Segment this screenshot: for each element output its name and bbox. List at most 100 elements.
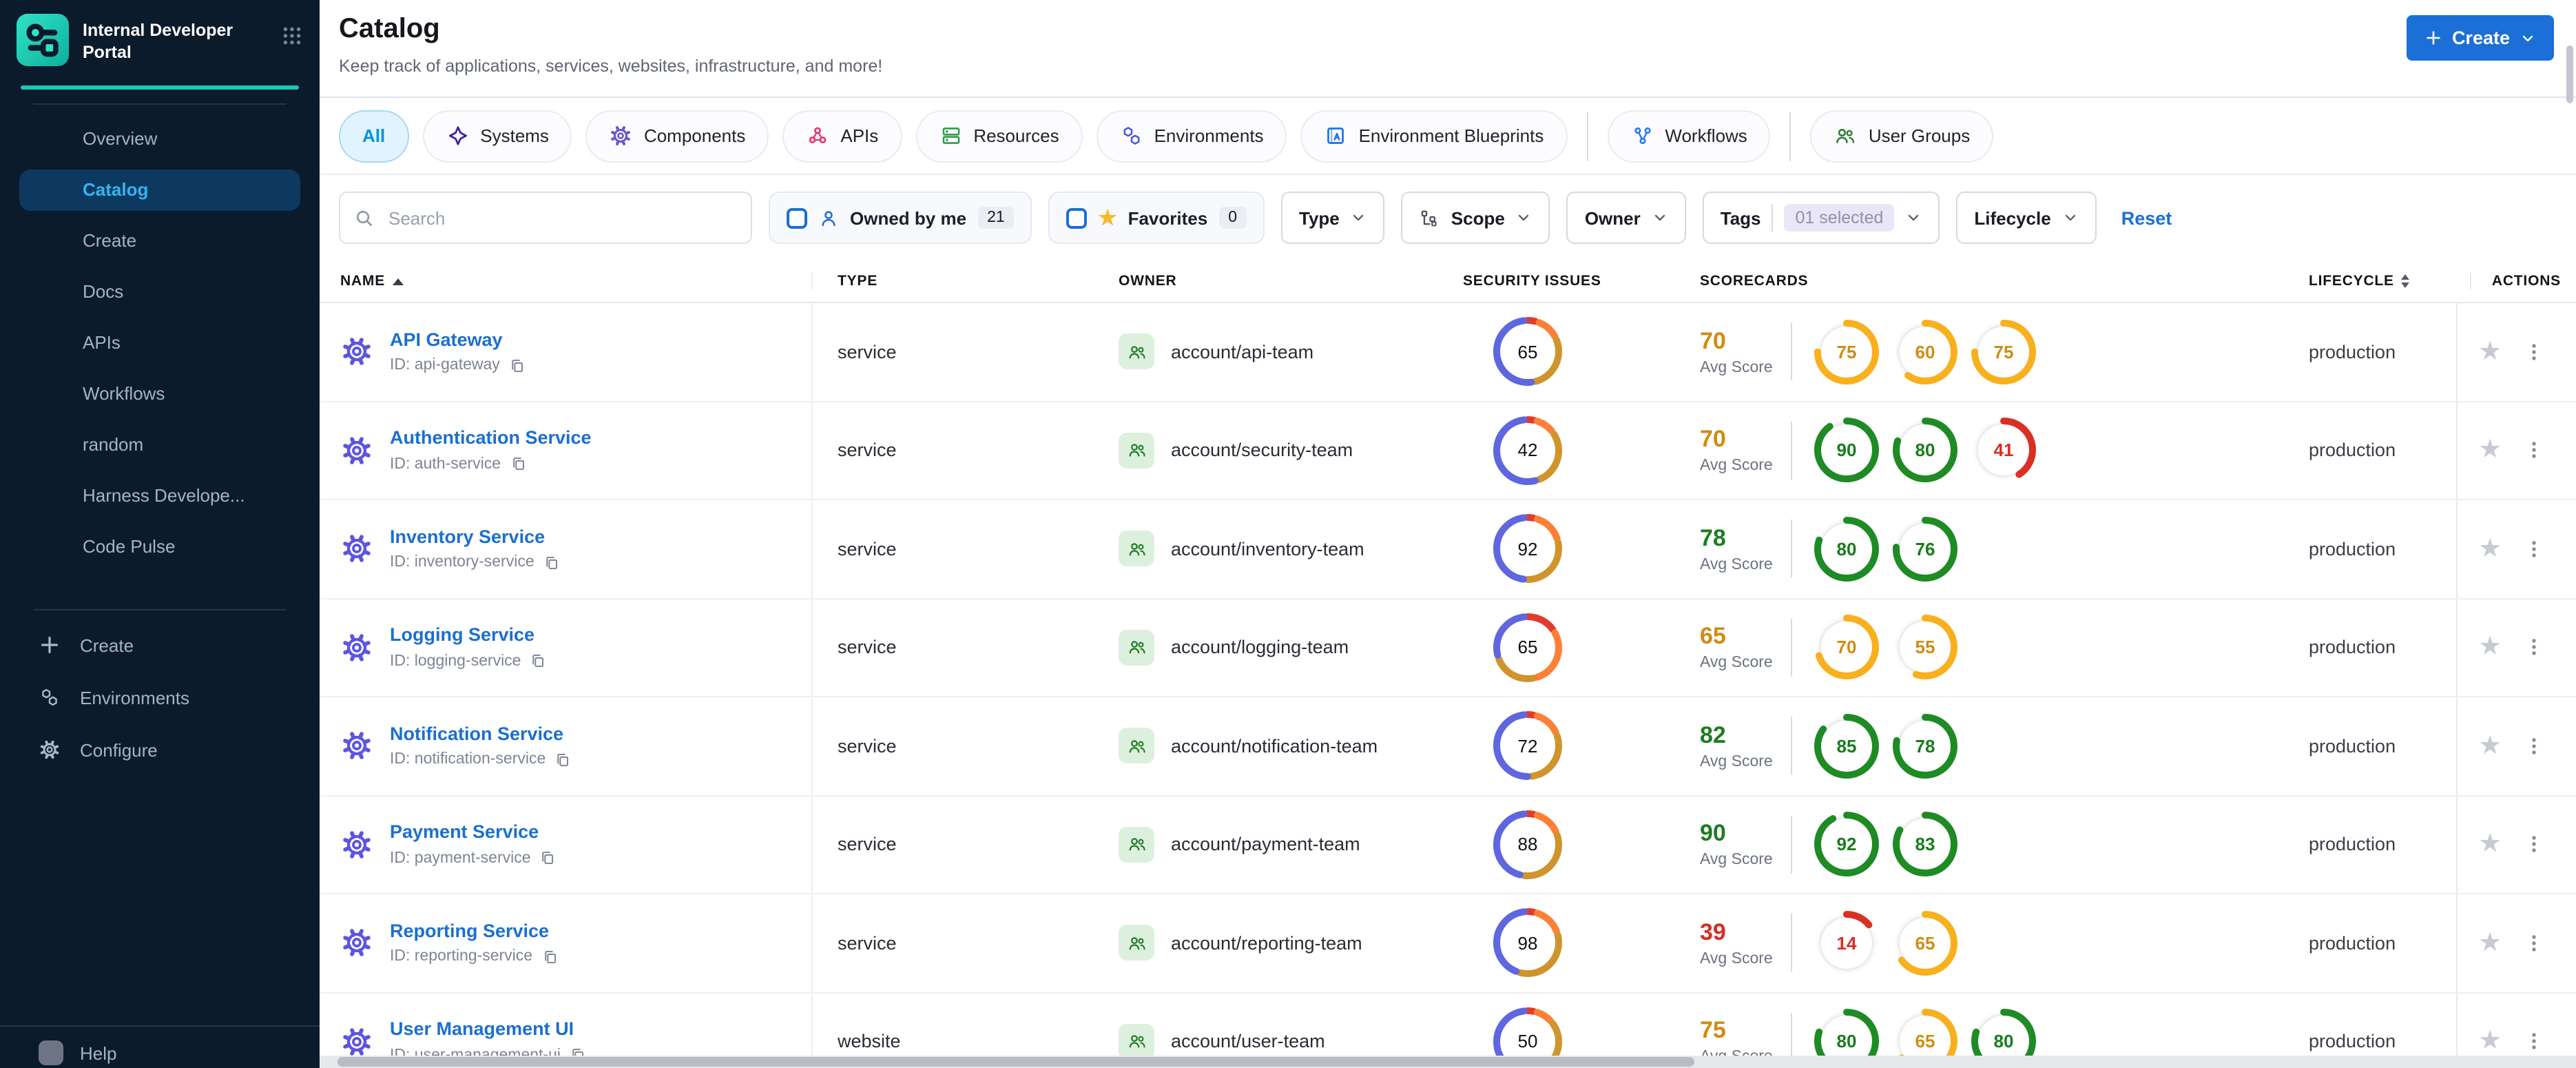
sidebar-item-help[interactable]: Help [0, 1027, 320, 1065]
row-menu-kebab-button[interactable] [2524, 834, 2544, 855]
scorecard-ring[interactable]: 80 [1893, 418, 1957, 483]
copy-icon[interactable] [543, 554, 561, 572]
entity-name-link[interactable]: Notification Service [390, 723, 563, 744]
create-button[interactable]: Create [2406, 15, 2554, 61]
cell-owner: account/security-team [1119, 402, 1463, 499]
scorecard-ring[interactable]: 60 [1893, 319, 1957, 384]
favorites-checkbox[interactable] [1066, 207, 1088, 228]
sidebar-item-apis[interactable]: APIs [19, 322, 300, 364]
scorecard-ring[interactable]: 92 [1814, 812, 1879, 877]
row-menu-kebab-button[interactable] [2524, 637, 2544, 658]
favorite-star-button[interactable]: ★ [2478, 1029, 2502, 1055]
favorite-star-button[interactable]: ★ [2478, 832, 2502, 858]
entity-name-link[interactable]: API Gateway [390, 329, 503, 350]
sidebar-item-docs[interactable]: Docs [19, 271, 300, 313]
scorecard-ring[interactable]: 14 [1814, 910, 1879, 976]
scorecard-ring[interactable]: 41 [1971, 418, 2036, 483]
entity-name-link[interactable]: Reporting Service [390, 921, 549, 941]
table-row-payment-service: Payment Service ID: payment-service servic… [320, 796, 2576, 894]
favorites-label: Favorites [1128, 207, 1208, 228]
copy-icon[interactable] [554, 751, 572, 769]
sidebar-item-catalog[interactable]: Catalog [19, 170, 300, 211]
search-field[interactable] [386, 206, 737, 229]
tags-dropdown[interactable]: Tags 01 selected [1702, 192, 1940, 244]
sidebar-footer-item-configure[interactable]: Configure [19, 729, 300, 770]
sidebar-footer-item-create[interactable]: Create [19, 624, 300, 666]
entity-name-link[interactable]: Payment Service [390, 822, 539, 843]
column-header-lifecycle[interactable]: LIFECYCLE [2309, 273, 2470, 289]
scorecard-ring[interactable]: 55 [1893, 615, 1957, 680]
favorite-star-button[interactable]: ★ [2478, 339, 2502, 365]
row-menu-kebab-button[interactable] [2524, 933, 2544, 954]
scope-dropdown-label: Scope [1451, 207, 1505, 228]
favorite-star-button[interactable]: ★ [2478, 536, 2502, 562]
tab-workflows[interactable]: Workflows [1607, 110, 1771, 162]
tags-selected-chip: 01 selected [1784, 204, 1895, 232]
search-input[interactable] [339, 192, 752, 244]
scorecard-ring[interactable]: 83 [1893, 812, 1957, 877]
favorite-star-button[interactable]: ★ [2478, 438, 2502, 464]
row-menu-kebab-button[interactable] [2524, 736, 2544, 757]
avg-score-value: 65 [1700, 623, 1726, 650]
lifecycle-value: production [2309, 341, 2396, 362]
copy-icon[interactable] [508, 357, 526, 375]
tab-components[interactable]: Components [585, 110, 769, 162]
favorite-star-button[interactable]: ★ [2478, 930, 2502, 956]
owner-group-icon [1119, 333, 1154, 370]
apps-grid-icon[interactable] [281, 14, 303, 47]
row-menu-kebab-button[interactable] [2524, 440, 2544, 461]
entity-name-link[interactable]: User Management UI [390, 1019, 574, 1040]
sidebar-item-workflows[interactable]: Workflows [19, 373, 300, 415]
column-header-actions: ACTIONS [2469, 273, 2576, 289]
favorites-filter[interactable]: ★ Favorites 0 [1048, 192, 1265, 244]
vertical-scrollbar-thumb[interactable] [2566, 45, 2573, 103]
scorecard-ring[interactable]: 90 [1814, 418, 1879, 483]
copy-icon[interactable] [541, 948, 559, 966]
reset-filters-link[interactable]: Reset [2121, 207, 2172, 228]
sidebar-footer-item-environments[interactable]: Environments [19, 677, 300, 718]
entity-name-link[interactable]: Authentication Service [390, 428, 592, 449]
owned-by-me-checkbox[interactable] [787, 207, 807, 228]
tab-environments[interactable]: Environments [1096, 110, 1287, 162]
sidebar-item-overview[interactable]: Overview [19, 119, 300, 160]
row-menu-kebab-button[interactable] [2524, 342, 2544, 362]
cell-scorecards: 65 Avg Score 70 55 [1672, 599, 2309, 696]
scorecard-ring[interactable]: 70 [1814, 615, 1879, 680]
favorite-star-button[interactable]: ★ [2478, 733, 2502, 759]
horizontal-scrollbar-track[interactable] [320, 1056, 2576, 1068]
copy-icon[interactable] [539, 850, 557, 867]
owned-by-me-filter[interactable]: Owned by me 21 [769, 192, 1032, 244]
tab-resources[interactable]: Resources [915, 110, 1083, 162]
tab-all[interactable]: All [339, 110, 409, 162]
tab-environment-blueprints[interactable]: Environment Blueprints [1300, 110, 1568, 162]
security-issues-donut: 98 [1493, 908, 1562, 978]
scorecard-ring[interactable]: 65 [1893, 910, 1957, 976]
entity-name-link[interactable]: Inventory Service [390, 526, 545, 547]
copy-icon[interactable] [529, 653, 547, 670]
owner-dropdown[interactable]: Owner [1566, 192, 1686, 244]
tab-apis[interactable]: APIs [782, 110, 902, 162]
row-menu-kebab-button[interactable] [2524, 1031, 2544, 1052]
scorecard-ring[interactable]: 75 [1814, 319, 1879, 384]
type-dropdown[interactable]: Type [1281, 192, 1385, 244]
entity-name-link[interactable]: Logging Service [390, 625, 534, 646]
scorecard-ring[interactable]: 75 [1971, 319, 2036, 384]
sidebar-item-random[interactable]: random [19, 424, 300, 466]
sidebar-item-code-pulse[interactable]: Code Pulse [19, 526, 300, 568]
sidebar-item-create[interactable]: Create [19, 220, 300, 262]
scope-dropdown[interactable]: Scope [1401, 192, 1550, 244]
scorecard-ring[interactable]: 80 [1814, 516, 1879, 582]
search-icon [354, 207, 375, 228]
sidebar-item-harness-develope[interactable]: Harness Develope... [19, 475, 300, 517]
row-menu-kebab-button[interactable] [2524, 539, 2544, 559]
tab-user-groups[interactable]: User Groups [1810, 110, 1994, 162]
lifecycle-dropdown[interactable]: Lifecycle [1956, 192, 2097, 244]
horizontal-scrollbar-thumb[interactable] [337, 1057, 1694, 1067]
scorecard-ring[interactable]: 78 [1893, 713, 1957, 779]
tab-systems[interactable]: Systems [422, 110, 572, 162]
column-header-name[interactable]: NAME [320, 273, 813, 289]
copy-icon[interactable] [509, 455, 527, 473]
favorite-star-button[interactable]: ★ [2478, 635, 2502, 661]
scorecard-ring[interactable]: 85 [1814, 713, 1879, 779]
scorecard-ring[interactable]: 76 [1893, 516, 1957, 582]
